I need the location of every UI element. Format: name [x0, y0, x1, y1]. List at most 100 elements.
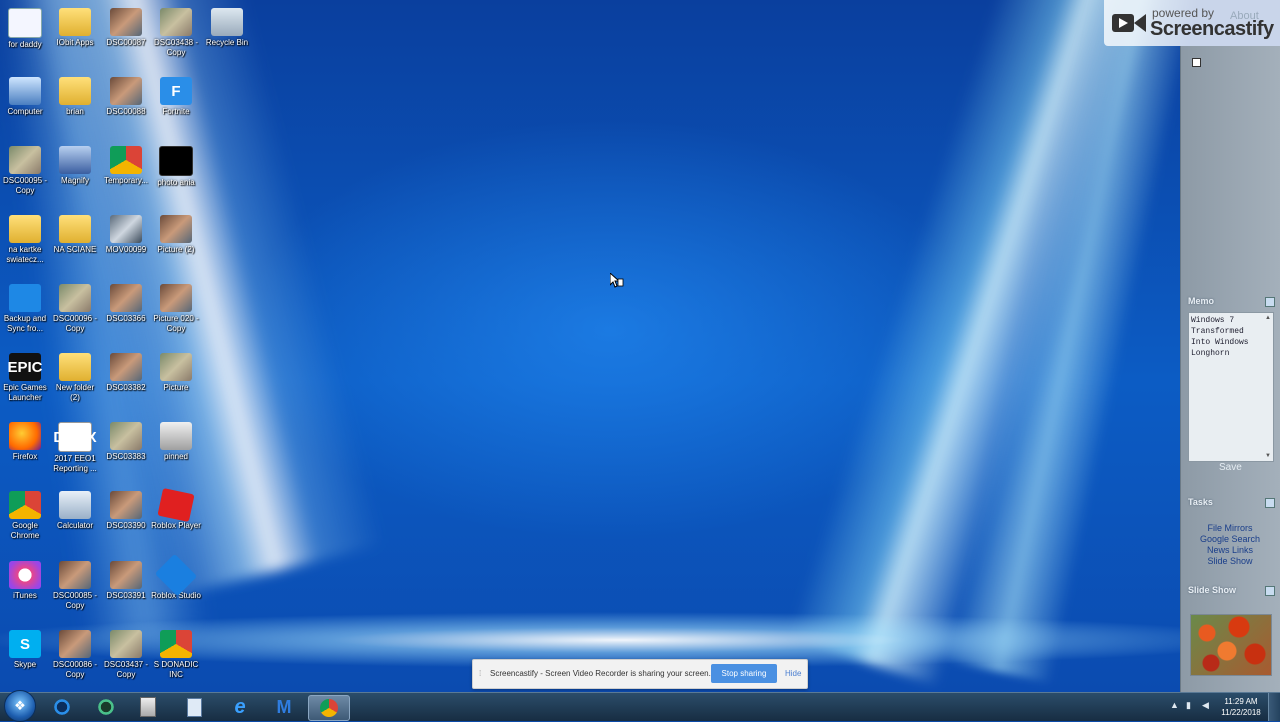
desktop-icon-label: Firefox: [12, 452, 38, 461]
desktop-icon[interactable]: for daddy: [0, 8, 50, 50]
clock-time: 11:29 AM: [1224, 697, 1258, 706]
desktop-icon[interactable]: iTunes: [0, 561, 50, 601]
desktop-icon[interactable]: DSC03366: [101, 284, 151, 324]
tasks-gadget-menu-icon[interactable]: [1265, 498, 1275, 508]
internet-explorer-icon: e: [234, 695, 246, 718]
desktop-icon-label: Fortnite: [162, 107, 190, 116]
desktop-icon-label: NA SCIANE: [53, 245, 97, 254]
memo-scrollbar[interactable]: ▲ ▼: [1263, 313, 1273, 461]
desktop-icon[interactable]: Roblox Player: [151, 487, 201, 531]
desktop-icon[interactable]: S DONADIC INC: [151, 630, 201, 680]
desktop-icon[interactable]: DSC00096 - Copy: [50, 284, 100, 334]
hide-button[interactable]: Hide: [785, 669, 801, 678]
desktop-icon[interactable]: Picture 020 - Copy: [151, 284, 201, 334]
desktop-icon[interactable]: Temporary...: [101, 146, 151, 186]
tasks-list: File Mirrors Google Search News Links Sl…: [1182, 523, 1278, 567]
memo-gadget-menu-icon[interactable]: [1265, 297, 1275, 307]
document-icon: [8, 8, 42, 38]
desktop-icon[interactable]: Computer: [0, 77, 50, 117]
desktop-icon[interactable]: DSC03438 - Copy: [151, 8, 201, 58]
desktop-icon[interactable]: pinned: [151, 422, 201, 462]
file-manager-taskbar-button[interactable]: [130, 695, 166, 719]
photo-icon: [110, 630, 142, 658]
desktop-icon[interactable]: Picture (2): [151, 215, 201, 255]
desktop-icon[interactable]: na kartke swiatecz...: [0, 215, 50, 265]
desktop-icon-label: pinned: [163, 452, 189, 461]
desktop-icon[interactable]: Firefox: [0, 422, 50, 462]
desktop-icon-label: DSC03437 - Copy: [103, 660, 149, 679]
photo-icon: [160, 353, 192, 381]
desktop-icon-label: DSC00087: [106, 38, 146, 47]
windows-logo-icon: ❖: [14, 698, 26, 713]
desktop-icon[interactable]: Recycle Bin: [202, 8, 252, 48]
gadget-checkbox-icon[interactable]: [1192, 58, 1201, 67]
desktop-icon[interactable]: IObit Apps: [50, 8, 100, 48]
task-link-news-links[interactable]: News Links: [1182, 545, 1278, 556]
slideshow-image[interactable]: [1190, 614, 1272, 676]
internet-explorer-taskbar-button[interactable]: e: [222, 695, 258, 719]
system-tray: ▲ ▮ ◀: [1170, 698, 1220, 716]
desktop-icon[interactable]: Magnify: [50, 146, 100, 186]
desktop-icon[interactable]: F Fortnite: [151, 77, 201, 117]
desktop-icon[interactable]: Backup and Sync fro...: [0, 284, 50, 334]
stop-sharing-button[interactable]: Stop sharing: [711, 664, 777, 683]
task-link-google-search[interactable]: Google Search: [1182, 534, 1278, 545]
desktop-icon[interactable]: Picture: [151, 353, 201, 393]
show-desktop-button[interactable]: [1268, 693, 1280, 721]
desktop-icon[interactable]: MOV00099: [101, 215, 151, 255]
malwarebytes-taskbar-button[interactable]: M: [266, 695, 302, 719]
desktop-icon-label: for daddy: [8, 40, 42, 49]
memo-save-button[interactable]: Save: [1219, 462, 1242, 473]
chrome-icon: [110, 146, 142, 174]
roblox-studio-icon: [154, 553, 198, 597]
desktop-icon[interactable]: New folder (2): [50, 353, 100, 403]
memo-text[interactable]: Windows 7 Transformed Into Windows Longh…: [1191, 315, 1261, 359]
desktop-icon[interactable]: Google Chrome: [0, 491, 50, 541]
ccleaner-taskbar-button[interactable]: [44, 695, 80, 719]
desktop-icon[interactable]: DSC03437 - Copy: [101, 630, 151, 680]
desktop-icon-label: Epic Games Launcher: [3, 383, 47, 402]
google-chrome-taskbar-button[interactable]: [308, 695, 350, 721]
desktop-icon-label: brian: [66, 107, 84, 116]
network-icon[interactable]: ▮: [1186, 700, 1191, 711]
task-link-slide-show[interactable]: Slide Show: [1182, 556, 1278, 567]
wallpaper-light-beam: [944, 0, 1206, 684]
desktop-icon-label: Google Chrome: [10, 521, 40, 540]
desktop-icon-label: IObit Apps: [56, 38, 94, 47]
memo-textarea[interactable]: Windows 7 Transformed Into Windows Longh…: [1188, 312, 1274, 462]
desktop-icon[interactable]: DSC00095 - Copy: [0, 146, 50, 196]
desktop-icon-label: Backup and Sync fro...: [3, 314, 47, 333]
scroll-down-icon[interactable]: ▼: [1265, 453, 1271, 459]
scroll-up-icon[interactable]: ▲: [1265, 315, 1271, 321]
photo-icon: [59, 284, 91, 312]
desktop-icon[interactable]: DSC00086 - Copy: [50, 630, 100, 680]
desktop-icon[interactable]: S Skype: [0, 630, 50, 670]
show-hidden-icons-icon[interactable]: ▲: [1170, 700, 1179, 710]
desktop-icon[interactable]: DSC03391: [101, 561, 151, 601]
malwarebytes-shield-taskbar-button[interactable]: [88, 695, 124, 719]
desktop-icon-label: DSC00085 - Copy: [52, 591, 98, 610]
desktop-icon[interactable]: DSC00087: [101, 8, 151, 48]
start-button[interactable]: ❖: [4, 690, 36, 722]
desktop-icon[interactable]: DSC00088: [101, 77, 151, 117]
desktop-icon[interactable]: DSC00085 - Copy: [50, 561, 100, 611]
desktop-icon[interactable]: Roblox Studio: [151, 553, 201, 601]
desktop-icon[interactable]: NA SCIANE: [50, 215, 100, 255]
drag-handle-icon[interactable]: ⁞: [479, 669, 481, 678]
desktop-icon[interactable]: DSC03390: [101, 491, 151, 531]
volume-icon[interactable]: ◀: [1202, 700, 1209, 711]
desktop-icon-label: DSC03382: [106, 383, 146, 392]
desktop-icon[interactable]: EPIC Epic Games Launcher: [0, 353, 50, 403]
desktop-icon[interactable]: DOCX 2017 EEO1 Reporting ...: [50, 422, 100, 474]
recycle-bin-icon: [211, 8, 243, 36]
task-link-file-mirrors[interactable]: File Mirrors: [1182, 523, 1278, 534]
desktop-icon[interactable]: brian: [50, 77, 100, 117]
desktop-icon[interactable]: photo ania: [151, 146, 201, 188]
desktop-icon[interactable]: Calculator: [50, 491, 100, 531]
desktop-icon[interactable]: DSC03383: [101, 422, 151, 462]
desktop-icon[interactable]: DSC03382: [101, 353, 151, 393]
memo-gadget-title: Memo: [1188, 296, 1215, 306]
taskbar-clock[interactable]: 11:29 AM 11/22/2018: [1218, 696, 1264, 718]
notepad-taskbar-button[interactable]: [176, 695, 212, 719]
slideshow-gadget-menu-icon[interactable]: [1265, 586, 1275, 596]
